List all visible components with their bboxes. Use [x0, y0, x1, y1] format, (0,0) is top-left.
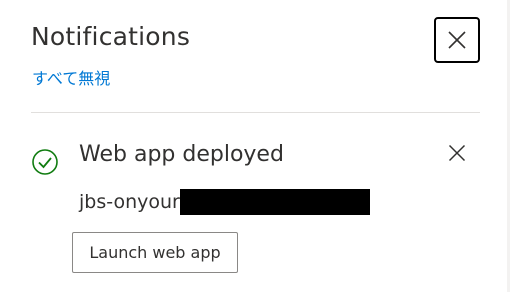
panel-title: Notifications: [31, 22, 191, 51]
resource-name: jbs-onyour: [79, 189, 370, 215]
redaction-block: [179, 189, 370, 215]
checkmark-circle-icon: [32, 149, 58, 175]
close-icon: [448, 31, 466, 49]
close-icon: [448, 144, 466, 162]
notifications-panel: Notifications すべて無視 Web app deployed jbs…: [0, 0, 510, 292]
divider: [31, 112, 480, 113]
notification-title: Web app deployed: [79, 142, 284, 167]
close-panel-button[interactable]: [434, 17, 480, 63]
launch-web-app-button[interactable]: Launch web app: [72, 232, 238, 273]
close-notification-button[interactable]: [446, 142, 468, 164]
resource-name-text: jbs-onyour: [79, 191, 180, 213]
dismiss-all-link[interactable]: すべて無視: [32, 65, 110, 89]
